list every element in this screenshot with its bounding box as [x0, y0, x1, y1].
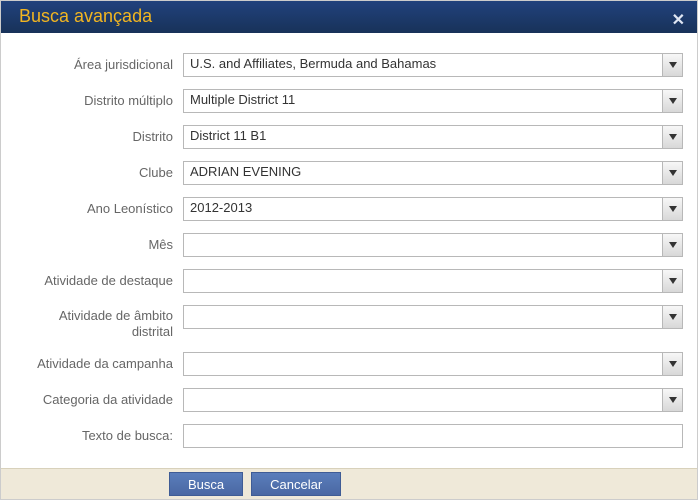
select-dwa[interactable] — [183, 305, 683, 329]
cancel-button[interactable]: Cancelar — [251, 472, 341, 496]
select-month[interactable] — [183, 233, 683, 257]
label-month: Mês — [15, 237, 183, 253]
search-button[interactable]: Busca — [169, 472, 243, 496]
field-row-search-text: Texto de busca: — [15, 424, 683, 448]
label-dwa: Atividade de âmbito distrital — [15, 305, 183, 341]
select-district[interactable]: District 11 B1 — [183, 125, 683, 149]
dialog-title: Busca avançada — [19, 6, 152, 27]
label-club: Clube — [15, 165, 183, 181]
label-search-text: Texto de busca: — [15, 428, 183, 444]
field-row-district: Distrito District 11 B1 — [15, 125, 683, 149]
select-md[interactable]: Multiple District 11 — [183, 89, 683, 113]
select-category[interactable] — [183, 388, 683, 412]
label-md: Distrito múltiplo — [15, 93, 183, 109]
field-row-md: Distrito múltiplo Multiple District 11 — [15, 89, 683, 113]
field-row-club: Clube ADRIAN EVENING — [15, 161, 683, 185]
select-club[interactable]: ADRIAN EVENING — [183, 161, 683, 185]
field-row-month: Mês — [15, 233, 683, 257]
label-campaign: Atividade da campanha — [15, 356, 183, 372]
label-fy: Ano Leonístico — [15, 201, 183, 217]
field-row-fy: Ano Leonístico 2012-2013 — [15, 197, 683, 221]
label-district: Distrito — [15, 129, 183, 145]
field-row-area: Área jurisdicional U.S. and Affiliates, … — [15, 53, 683, 77]
field-row-campaign: Atividade da campanha — [15, 352, 683, 376]
dialog-titlebar: Busca avançada ✕ — [1, 1, 697, 33]
field-row-signature: Atividade de destaque — [15, 269, 683, 293]
select-campaign[interactable] — [183, 352, 683, 376]
select-signature[interactable] — [183, 269, 683, 293]
close-icon[interactable]: ✕ — [672, 13, 685, 29]
label-area: Área jurisdicional — [15, 57, 183, 73]
field-row-dwa: Atividade de âmbito distrital — [15, 305, 683, 341]
dialog-footer: Busca Cancelar — [1, 468, 697, 499]
dialog-body: Área jurisdicional U.S. and Affiliates, … — [1, 33, 697, 469]
field-row-category: Categoria da atividade — [15, 388, 683, 412]
search-text-input[interactable] — [183, 424, 683, 448]
label-category: Categoria da atividade — [15, 392, 183, 408]
select-area[interactable]: U.S. and Affiliates, Bermuda and Bahamas — [183, 53, 683, 77]
select-fy[interactable]: 2012-2013 — [183, 197, 683, 221]
label-signature: Atividade de destaque — [15, 273, 183, 289]
advanced-search-dialog: Busca avançada ✕ Área jurisdicional U.S.… — [0, 0, 698, 500]
